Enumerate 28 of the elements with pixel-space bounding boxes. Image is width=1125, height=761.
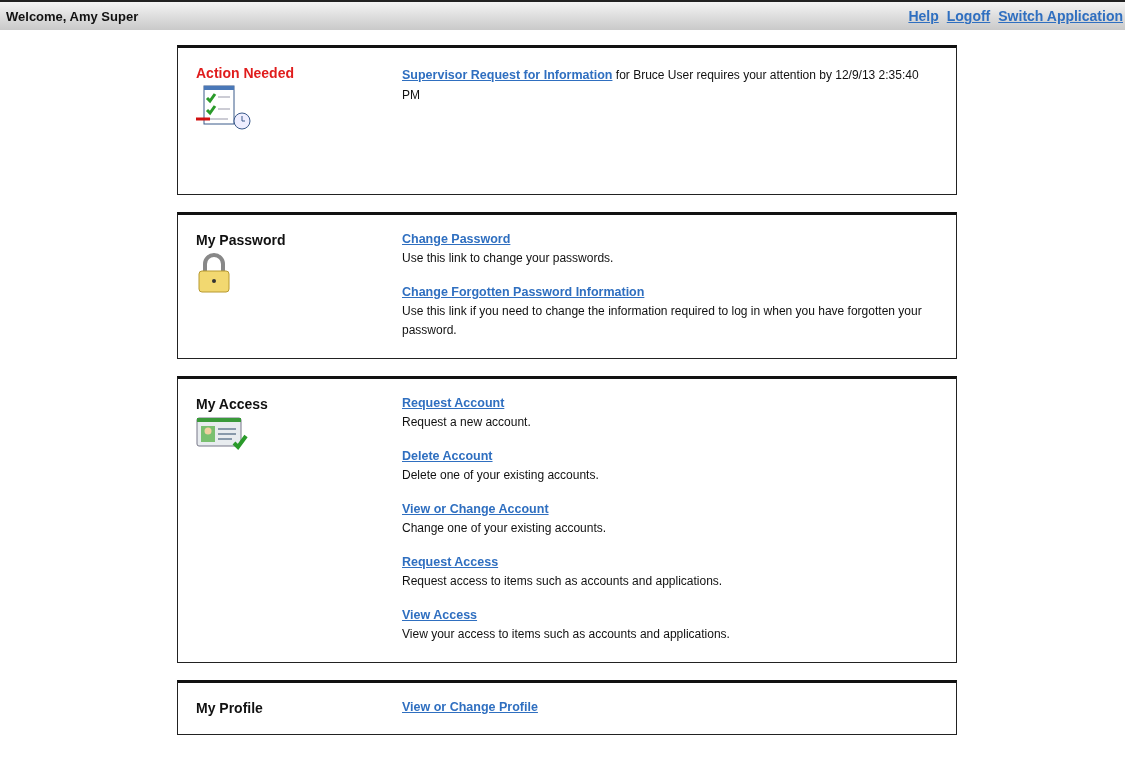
section-title: My Password xyxy=(196,232,287,248)
section-link[interactable]: Change Password xyxy=(402,232,938,246)
section-title: My Profile xyxy=(196,700,264,716)
alert-link[interactable]: Supervisor Request for Information xyxy=(402,68,613,82)
link-description: Use this link if you need to change the information required to log in when you have forgotten your password. xyxy=(402,303,923,339)
section-title: My Access xyxy=(196,396,269,412)
section-link[interactable]: View or Change Account xyxy=(402,502,938,516)
section-link[interactable]: View or Change Profile xyxy=(402,700,938,714)
link-description: Request a new account. xyxy=(402,414,532,431)
link-description: Delete one of your existing accounts. xyxy=(402,467,600,484)
section-link[interactable]: Change Forgotten Password Information xyxy=(402,285,938,299)
checklist-icon xyxy=(196,85,252,131)
section-link[interactable]: Request Access xyxy=(402,555,938,569)
header-link[interactable]: Switch Application xyxy=(998,8,1123,24)
section-link[interactable]: Delete Account xyxy=(402,449,938,463)
header-link[interactable]: Logoff xyxy=(946,8,991,24)
section-title: Action Needed xyxy=(196,65,295,81)
link-description: View your access to items such as accounts and applications. xyxy=(402,626,731,643)
section-link[interactable]: Request Account xyxy=(402,396,938,410)
welcome-text: Welcome, Amy Super xyxy=(6,8,139,24)
link-description: Request access to items such as accounts and applications. xyxy=(402,573,724,590)
link-description: Use this link to change your passwords. xyxy=(402,250,615,267)
padlock-icon xyxy=(196,252,232,294)
section-link[interactable]: View Access xyxy=(402,608,938,622)
id-card-icon xyxy=(196,416,248,452)
alert-message: Supervisor Request for Information for Bruce User requires your attention by 12/9/13 2:35:40 PM xyxy=(402,67,920,104)
header-link[interactable]: Help xyxy=(908,8,939,24)
link-description: Change one of your existing accounts. xyxy=(402,520,608,537)
